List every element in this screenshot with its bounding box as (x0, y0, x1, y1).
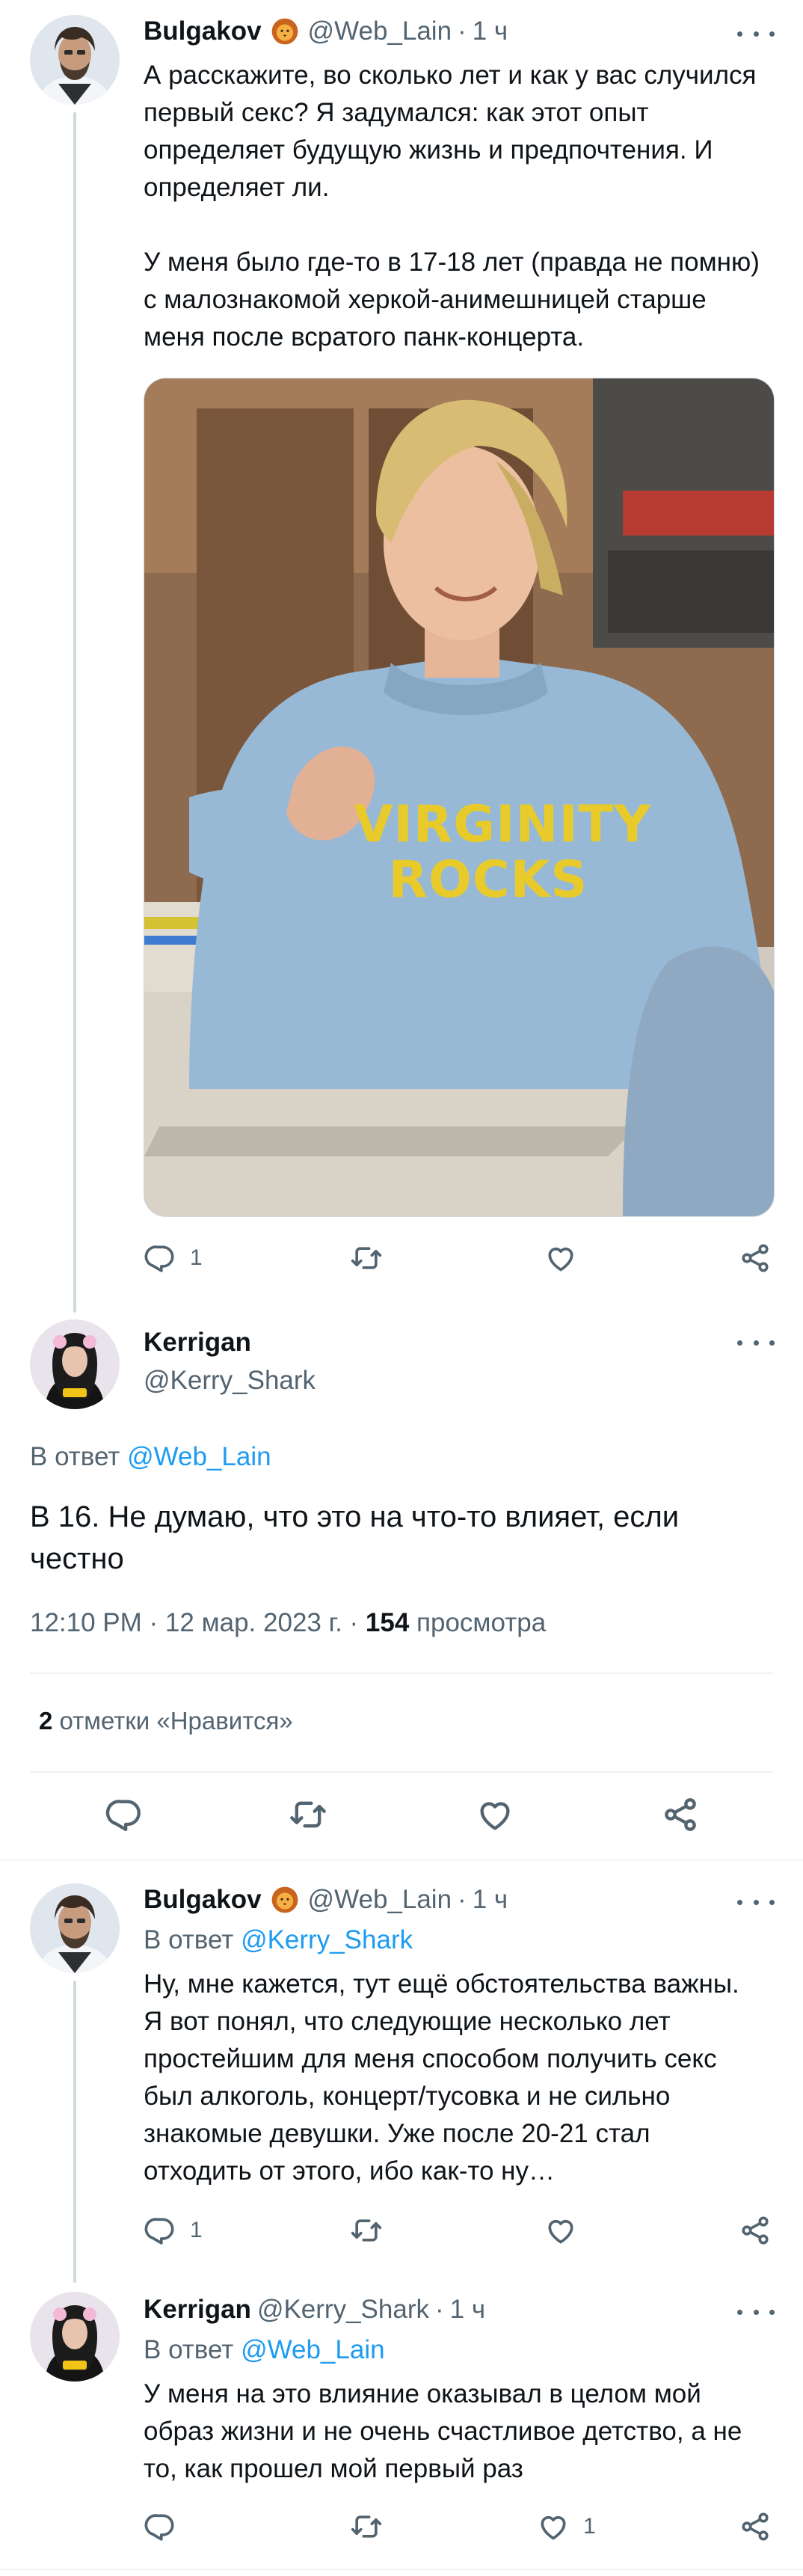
share-button[interactable] (739, 2214, 772, 2247)
author-handle[interactable]: @Kerry_Shark (144, 1366, 316, 1396)
lion-face-icon (271, 17, 299, 46)
reply-to-handle[interactable]: @Web_Lain (241, 2335, 385, 2364)
shirt-text-line-2: ROCKS (388, 850, 588, 910)
separator: · (458, 16, 467, 46)
tweet-time[interactable]: 1 ч (450, 2295, 485, 2325)
tweet-text: В 16. Не думаю, что это на что-то влияет… (30, 1500, 680, 1575)
heart-icon (544, 1242, 577, 1275)
more-options-icon[interactable] (737, 22, 775, 45)
retweet-button[interactable] (350, 1242, 383, 1275)
heart-icon (476, 1795, 514, 1834)
like-count: 1 (583, 2514, 596, 2539)
divider (0, 1859, 803, 1861)
reply-to-handle[interactable]: @Kerry_Shark (241, 1925, 413, 1954)
share-button[interactable] (739, 2510, 772, 2543)
reply-to-label: В ответ (144, 2335, 241, 2364)
timestamp[interactable]: 12:10 PM · 12 мар. 2023 г. · (30, 1608, 366, 1637)
share-button[interactable] (661, 1795, 700, 1834)
like-button[interactable] (476, 1795, 514, 1834)
likes-label: отметки «Нравится» (52, 1707, 293, 1735)
retweet-icon (350, 2510, 383, 2543)
tweet-text: У меня на это влияние оказывал в целом м… (144, 2379, 742, 2483)
reply-to-line: В ответ @Kerry_Shark (144, 1925, 413, 1955)
separator: · (458, 1885, 467, 1914)
heart-icon (544, 2214, 577, 2247)
views-count: 154 (365, 1608, 410, 1637)
tweet-photo[interactable]: VIRGINITY ROCKS (144, 378, 775, 1217)
shirt-text-line-1: VIRGINITY (354, 795, 652, 854)
retweet-icon (289, 1795, 327, 1834)
author-handle[interactable]: @Web_Lain (308, 16, 452, 46)
more-options-icon[interactable] (737, 1891, 775, 1913)
tweet-time[interactable]: 1 ч (473, 1885, 508, 1915)
share-icon (661, 1795, 700, 1834)
lion-face-icon (271, 1886, 299, 1914)
avatar-bulgakov[interactable] (30, 1883, 120, 1973)
like-button[interactable] (544, 2214, 577, 2247)
divider (0, 2569, 803, 2570)
reply-icon (144, 2214, 176, 2247)
reply-icon (144, 2510, 176, 2543)
author-handle[interactable]: @Web_Lain (308, 1885, 452, 1915)
share-icon (739, 2510, 772, 2543)
reply-count: 1 (190, 1245, 203, 1270)
views-label: просмотра (409, 1608, 547, 1637)
like-button[interactable] (544, 1242, 577, 1275)
share-icon (739, 2214, 772, 2247)
reply-button[interactable]: 1 (144, 1242, 203, 1275)
likes-count: 2 (39, 1707, 53, 1735)
avatar-kerrigan[interactable] (30, 2292, 120, 2382)
more-options-icon[interactable] (737, 1331, 775, 1354)
heart-icon (537, 2510, 570, 2543)
share-icon (739, 1242, 772, 1275)
author-name[interactable]: Bulgakov (144, 16, 262, 46)
tweet-time[interactable]: 1 ч (473, 16, 508, 46)
thread-line (73, 112, 76, 1313)
retweet-button[interactable] (350, 2510, 383, 2543)
retweet-icon (350, 2214, 383, 2247)
reply-to-line: В ответ @Web_Lain (30, 1442, 271, 1472)
author-handle[interactable]: @Kerry_Shark (257, 2295, 429, 2325)
share-button[interactable] (739, 1242, 772, 1275)
tweet-text: Ну, мне кажется, тут ещё обстоятельства … (144, 1969, 739, 2186)
tweet-header: Bulgakov @Web_Lain · 1 ч (144, 16, 508, 46)
retweet-button[interactable] (289, 1795, 327, 1834)
reply-icon (105, 1795, 144, 1834)
tweet-timestamp: 12:10 PM · 12 мар. 2023 г. · 154 просмот… (30, 1608, 546, 1638)
reply-button[interactable] (144, 2510, 176, 2543)
tweet-header: Kerrigan @Kerry_Shark · 1 ч (144, 2295, 485, 2325)
reply-count: 1 (190, 2218, 203, 2242)
separator: · (434, 2295, 444, 2324)
avatar-bulgakov[interactable] (30, 15, 120, 105)
reply-to-label: В ответ (30, 1442, 128, 1471)
reply-button[interactable] (105, 1795, 144, 1834)
tweet-text: А расскажите, во сколько лет и как у вас… (144, 61, 760, 352)
avatar-kerrigan[interactable] (30, 1319, 120, 1409)
retweet-button[interactable] (350, 2214, 383, 2247)
reply-to-handle[interactable]: @Web_Lain (127, 1442, 271, 1471)
reply-button[interactable]: 1 (144, 2214, 203, 2247)
author-name[interactable]: Bulgakov (144, 1885, 262, 1915)
reply-icon (144, 1242, 176, 1275)
author-name[interactable]: Kerrigan (144, 1328, 251, 1358)
thread-line (73, 1981, 76, 2283)
likes-summary[interactable]: 2 отметки «Нравится» (39, 1707, 293, 1735)
divider (30, 1771, 773, 1773)
shirt-text: VIRGINITY ROCKS (354, 795, 652, 910)
tweet-header: Bulgakov @Web_Lain · 1 ч (144, 1885, 508, 1915)
reply-to-label: В ответ (144, 1925, 241, 1954)
author-name[interactable]: Kerrigan (144, 2295, 251, 2325)
reply-to-line: В ответ @Web_Lain (144, 2335, 385, 2365)
more-options-icon[interactable] (737, 2301, 775, 2323)
divider (30, 1672, 773, 1674)
like-button[interactable]: 1 (537, 2510, 596, 2543)
retweet-icon (350, 1242, 383, 1275)
